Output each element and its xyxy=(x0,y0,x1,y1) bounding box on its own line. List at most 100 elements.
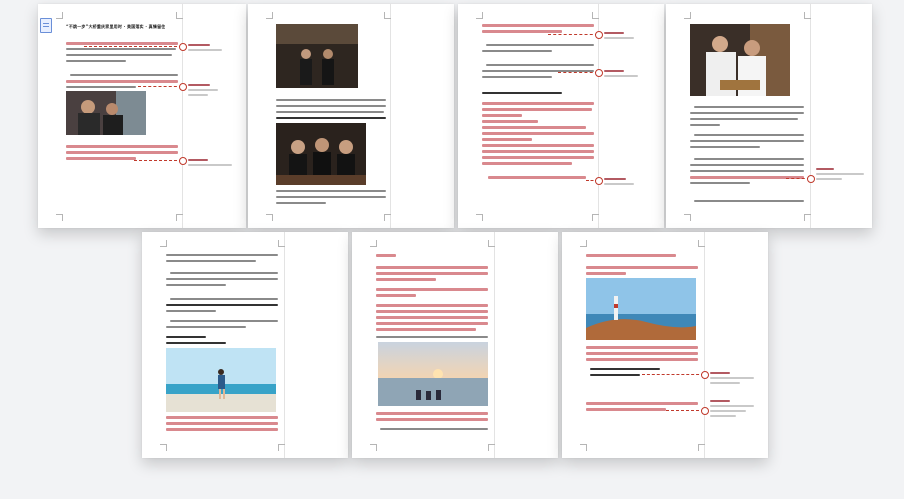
crop-mark xyxy=(370,444,377,451)
text-line xyxy=(482,92,562,94)
comment-connector xyxy=(558,72,598,73)
comment-connector xyxy=(548,34,598,35)
text-line xyxy=(66,54,172,56)
text-line xyxy=(166,254,278,256)
comment-bubble[interactable] xyxy=(188,159,234,169)
comment-bubble[interactable] xyxy=(604,70,644,80)
text-line xyxy=(376,322,488,325)
crop-mark xyxy=(698,444,705,451)
comment-pin-icon[interactable] xyxy=(595,177,603,185)
photo-people-image xyxy=(66,91,146,135)
comment-connector xyxy=(642,374,704,375)
crop-mark xyxy=(278,444,285,451)
text-line xyxy=(486,64,594,66)
crop-mark xyxy=(266,214,273,221)
text-line xyxy=(376,336,488,338)
text-line xyxy=(586,266,698,269)
text-line xyxy=(170,320,278,322)
comment-bubble[interactable] xyxy=(604,32,644,42)
text-line xyxy=(586,402,698,405)
comment-pin-icon[interactable] xyxy=(701,371,709,379)
crop-mark xyxy=(56,12,63,19)
photo-chefs-image xyxy=(690,24,790,96)
crop-mark xyxy=(384,12,391,19)
comment-bubble[interactable] xyxy=(188,44,228,54)
crop-mark xyxy=(370,240,377,247)
text-line xyxy=(586,254,676,257)
comment-pin-icon[interactable] xyxy=(701,407,709,415)
document-page-4 xyxy=(666,4,872,228)
comment-connector xyxy=(84,46,182,47)
text-line xyxy=(166,278,278,280)
text-line xyxy=(70,74,178,76)
crop-mark xyxy=(384,214,391,221)
photo-sunset-sea xyxy=(378,342,488,406)
crop-mark xyxy=(804,12,811,19)
comment-pin-icon[interactable] xyxy=(179,83,187,91)
text-line xyxy=(690,118,798,120)
text-line xyxy=(586,408,666,411)
page-margin xyxy=(182,4,183,228)
text-line xyxy=(482,132,594,135)
document-title: “不跳一步”大桥重庆家里用时 · 美国落实 · 真情留住 xyxy=(66,24,166,29)
crop-mark xyxy=(476,214,483,221)
comment-bubble[interactable] xyxy=(604,178,644,188)
text-line xyxy=(482,138,532,141)
text-line xyxy=(694,200,804,202)
text-line xyxy=(694,134,804,136)
comment-pin-icon[interactable] xyxy=(595,69,603,77)
text-line xyxy=(66,80,178,83)
text-line xyxy=(166,304,278,306)
text-line xyxy=(376,418,488,421)
text-line xyxy=(276,196,386,198)
crop-mark xyxy=(176,214,183,221)
comment-bubble[interactable] xyxy=(710,400,760,420)
text-line xyxy=(486,44,594,46)
photo-interior xyxy=(276,24,358,88)
photo-lighthouse-image xyxy=(586,278,696,340)
text-line xyxy=(482,76,552,78)
text-line xyxy=(690,112,804,114)
crop-mark xyxy=(488,240,495,247)
comment-connector xyxy=(138,86,182,87)
photo-sunset-sea-image xyxy=(378,342,488,406)
page-margin xyxy=(494,232,495,458)
text-line xyxy=(376,316,488,319)
comment-bubble[interactable] xyxy=(188,84,228,99)
text-line xyxy=(586,346,698,349)
text-line xyxy=(690,124,720,126)
text-line xyxy=(276,190,386,192)
comment-pin-icon[interactable] xyxy=(179,43,187,51)
comment-pin-icon[interactable] xyxy=(179,157,187,165)
comment-pin-icon[interactable] xyxy=(807,175,815,183)
text-line xyxy=(482,108,592,111)
document-icon[interactable] xyxy=(40,18,52,33)
text-line xyxy=(482,144,594,147)
text-line xyxy=(276,105,386,107)
text-line xyxy=(690,170,804,172)
comment-bubble[interactable] xyxy=(710,372,760,387)
document-page-5 xyxy=(142,232,348,458)
photo-group xyxy=(276,123,366,185)
comment-bubble[interactable] xyxy=(816,168,866,183)
text-line xyxy=(482,126,586,129)
comment-pin-icon[interactable] xyxy=(595,31,603,39)
text-line xyxy=(166,284,226,286)
text-line xyxy=(690,146,760,148)
text-line xyxy=(488,176,586,179)
text-line xyxy=(166,416,278,419)
text-line xyxy=(482,114,522,117)
text-line xyxy=(66,86,136,88)
crop-mark xyxy=(580,240,587,247)
page-margin xyxy=(390,4,391,228)
text-line xyxy=(376,304,488,307)
photo-beach-woman xyxy=(166,348,276,412)
comment-connector xyxy=(134,160,182,161)
text-line xyxy=(66,60,126,62)
text-line xyxy=(694,106,804,108)
photo-chefs xyxy=(690,24,790,96)
text-line xyxy=(376,254,396,257)
text-line xyxy=(586,352,698,355)
page-margin xyxy=(704,232,705,458)
text-line xyxy=(380,428,488,430)
